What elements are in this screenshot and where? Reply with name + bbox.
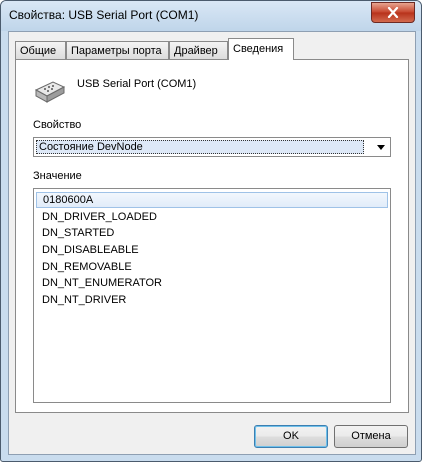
- list-item[interactable]: DN_DRIVER_LOADED: [36, 209, 388, 225]
- tab-general-label: Общие: [20, 45, 57, 57]
- ok-button[interactable]: OK: [254, 425, 328, 448]
- list-item[interactable]: DN_NT_DRIVER: [36, 292, 388, 308]
- value-label: Значение: [33, 170, 82, 182]
- value-list[interactable]: 0180600A DN_DRIVER_LOADED DN_STARTED DN_…: [33, 188, 391, 403]
- tab-port-settings[interactable]: Параметры порта: [66, 41, 169, 59]
- list-item[interactable]: DN_STARTED: [36, 225, 388, 241]
- tab-driver[interactable]: Драйвер: [169, 41, 228, 59]
- close-icon: [387, 7, 399, 18]
- chevron-down-icon: [377, 144, 385, 150]
- serial-port-connector-icon: [34, 81, 66, 103]
- property-label: Свойство: [33, 119, 82, 131]
- tab-details-label: Сведения: [233, 43, 284, 55]
- tab-general[interactable]: Общие: [15, 41, 66, 59]
- cancel-button[interactable]: Отмена: [334, 425, 408, 448]
- property-selected-value: Состояние DevNode: [36, 140, 364, 154]
- tab-port-settings-label: Параметры порта: [71, 45, 162, 57]
- list-item[interactable]: 0180600A: [36, 192, 388, 208]
- dropdown-arrow[interactable]: [373, 139, 389, 155]
- property-select[interactable]: Состояние DevNode: [33, 137, 391, 157]
- list-item[interactable]: DN_REMOVABLE: [36, 259, 388, 275]
- dialog-body: Общие Параметры порта Драйвер Сведения U…: [8, 31, 416, 455]
- tab-details[interactable]: Сведения: [228, 38, 294, 60]
- window-title: Свойства: USB Serial Port (COM1): [9, 8, 199, 22]
- close-button[interactable]: [371, 2, 415, 23]
- list-item[interactable]: DN_DISABLEABLE: [36, 242, 388, 258]
- details-panel: USB Serial Port (COM1) Свойство Состояни…: [15, 59, 409, 413]
- tab-driver-label: Драйвер: [174, 45, 218, 57]
- title-bar[interactable]: Свойства: USB Serial Port (COM1): [1, 1, 421, 31]
- device-name: USB Serial Port (COM1): [77, 78, 197, 90]
- list-item[interactable]: DN_NT_ENUMERATOR: [36, 275, 388, 291]
- properties-dialog: Свойства: USB Serial Port (COM1) Общие П…: [0, 0, 422, 462]
